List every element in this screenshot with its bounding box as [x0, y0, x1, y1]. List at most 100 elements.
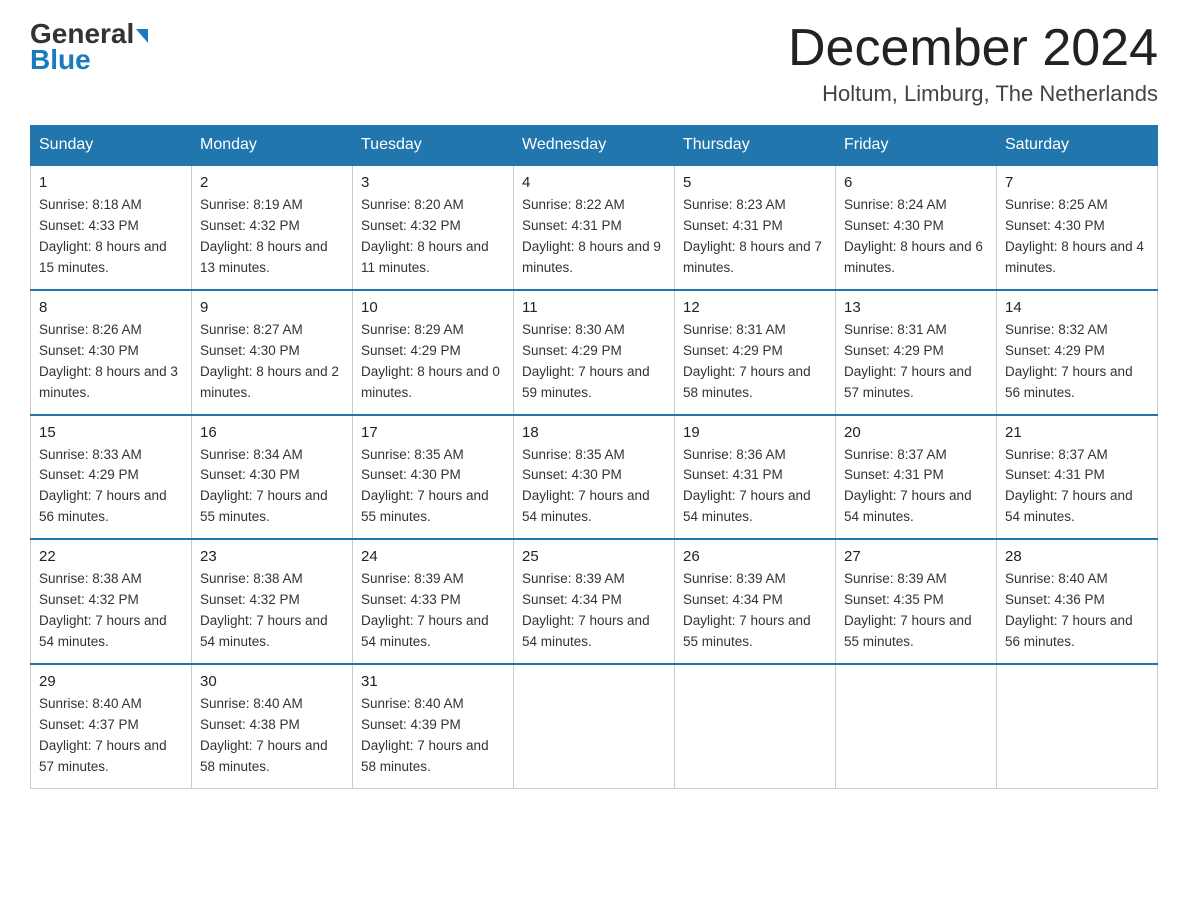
table-row: [997, 664, 1158, 788]
calendar-week-row: 8 Sunrise: 8:26 AMSunset: 4:30 PMDaylight…: [31, 290, 1158, 415]
col-tuesday: Tuesday: [353, 126, 514, 166]
table-row: 17 Sunrise: 8:35 AMSunset: 4:30 PMDayligh…: [353, 415, 514, 540]
table-row: [514, 664, 675, 788]
day-info: Sunrise: 8:40 AMSunset: 4:38 PMDaylight:…: [200, 694, 344, 778]
day-info: Sunrise: 8:35 AMSunset: 4:30 PMDaylight:…: [522, 445, 666, 529]
col-thursday: Thursday: [675, 126, 836, 166]
day-info: Sunrise: 8:19 AMSunset: 4:32 PMDaylight:…: [200, 195, 344, 279]
logo-blue-text: Blue: [30, 46, 91, 74]
day-info: Sunrise: 8:40 AMSunset: 4:37 PMDaylight:…: [39, 694, 183, 778]
table-row: 19Sunrise: 8:36 AMSunset: 4:31 PMDayligh…: [675, 415, 836, 540]
day-number: 7: [1005, 174, 1149, 191]
col-saturday: Saturday: [997, 126, 1158, 166]
day-number: 13: [844, 299, 988, 316]
table-row: 15Sunrise: 8:33 AMSunset: 4:29 PMDayligh…: [31, 415, 192, 540]
calendar-week-row: 22 Sunrise: 8:38 AMSunset: 4:32 PMDayligh…: [31, 539, 1158, 664]
day-info: Sunrise: 8:38 AMSunset: 4:32 PMDaylight:…: [39, 569, 183, 653]
table-row: 29 Sunrise: 8:40 AMSunset: 4:37 PMDayligh…: [31, 664, 192, 788]
day-number: 15: [39, 424, 183, 441]
day-number: 3: [361, 174, 505, 191]
day-number: 22: [39, 548, 183, 565]
day-info: Sunrise: 8:29 AMSunset: 4:29 PMDaylight:…: [361, 320, 505, 404]
day-info: Sunrise: 8:25 AMSunset: 4:30 PMDaylight:…: [1005, 195, 1149, 279]
day-number: 12: [683, 299, 827, 316]
day-number: 23: [200, 548, 344, 565]
logo: General Blue: [30, 20, 148, 74]
day-info: Sunrise: 8:30 AMSunset: 4:29 PMDaylight:…: [522, 320, 666, 404]
table-row: 1 Sunrise: 8:18 AMSunset: 4:33 PMDaylight…: [31, 165, 192, 290]
day-number: 4: [522, 174, 666, 191]
day-number: 10: [361, 299, 505, 316]
day-number: 27: [844, 548, 988, 565]
day-number: 11: [522, 299, 666, 316]
day-info: Sunrise: 8:35 AMSunset: 4:30 PMDaylight:…: [361, 445, 505, 529]
table-row: [836, 664, 997, 788]
table-row: 9Sunrise: 8:27 AMSunset: 4:30 PMDaylight…: [192, 290, 353, 415]
day-info: Sunrise: 8:23 AMSunset: 4:31 PMDaylight:…: [683, 195, 827, 279]
title-block: December 2024 Holtum, Limburg, The Nethe…: [788, 20, 1158, 107]
day-number: 20: [844, 424, 988, 441]
logo-arrow-icon: [136, 29, 148, 43]
col-wednesday: Wednesday: [514, 126, 675, 166]
day-info: Sunrise: 8:36 AMSunset: 4:31 PMDaylight:…: [683, 445, 827, 529]
day-number: 1: [39, 174, 183, 191]
table-row: 23 Sunrise: 8:38 AMSunset: 4:32 PMDayligh…: [192, 539, 353, 664]
day-info: Sunrise: 8:20 AMSunset: 4:32 PMDaylight:…: [361, 195, 505, 279]
day-number: 17: [361, 424, 505, 441]
table-row: 14Sunrise: 8:32 AMSunset: 4:29 PMDayligh…: [997, 290, 1158, 415]
table-row: 25 Sunrise: 8:39 AMSunset: 4:34 PMDayligh…: [514, 539, 675, 664]
day-info: Sunrise: 8:31 AMSunset: 4:29 PMDaylight:…: [683, 320, 827, 404]
day-number: 14: [1005, 299, 1149, 316]
day-info: Sunrise: 8:39 AMSunset: 4:35 PMDaylight:…: [844, 569, 988, 653]
day-info: Sunrise: 8:22 AMSunset: 4:31 PMDaylight:…: [522, 195, 666, 279]
calendar-header-row: Sunday Monday Tuesday Wednesday Thursday…: [31, 126, 1158, 166]
table-row: 21 Sunrise: 8:37 AMSunset: 4:31 PMDayligh…: [997, 415, 1158, 540]
day-info: Sunrise: 8:39 AMSunset: 4:33 PMDaylight:…: [361, 569, 505, 653]
calendar-table: Sunday Monday Tuesday Wednesday Thursday…: [30, 125, 1158, 788]
day-info: Sunrise: 8:37 AMSunset: 4:31 PMDaylight:…: [1005, 445, 1149, 529]
day-info: Sunrise: 8:40 AMSunset: 4:39 PMDaylight:…: [361, 694, 505, 778]
day-info: Sunrise: 8:40 AMSunset: 4:36 PMDaylight:…: [1005, 569, 1149, 653]
table-row: 16Sunrise: 8:34 AMSunset: 4:30 PMDayligh…: [192, 415, 353, 540]
day-number: 21: [1005, 424, 1149, 441]
day-number: 25: [522, 548, 666, 565]
table-row: 4 Sunrise: 8:22 AMSunset: 4:31 PMDaylight…: [514, 165, 675, 290]
table-row: 27 Sunrise: 8:39 AMSunset: 4:35 PMDayligh…: [836, 539, 997, 664]
day-number: 30: [200, 673, 344, 690]
day-info: Sunrise: 8:24 AMSunset: 4:30 PMDaylight:…: [844, 195, 988, 279]
month-title: December 2024: [788, 20, 1158, 77]
table-row: 11 Sunrise: 8:30 AMSunset: 4:29 PMDayligh…: [514, 290, 675, 415]
table-row: 18Sunrise: 8:35 AMSunset: 4:30 PMDayligh…: [514, 415, 675, 540]
day-info: Sunrise: 8:38 AMSunset: 4:32 PMDaylight:…: [200, 569, 344, 653]
table-row: 31 Sunrise: 8:40 AMSunset: 4:39 PMDayligh…: [353, 664, 514, 788]
day-number: 6: [844, 174, 988, 191]
day-info: Sunrise: 8:18 AMSunset: 4:33 PMDaylight:…: [39, 195, 183, 279]
day-number: 26: [683, 548, 827, 565]
day-number: 24: [361, 548, 505, 565]
day-number: 8: [39, 299, 183, 316]
calendar-week-row: 29 Sunrise: 8:40 AMSunset: 4:37 PMDayligh…: [31, 664, 1158, 788]
table-row: 8 Sunrise: 8:26 AMSunset: 4:30 PMDaylight…: [31, 290, 192, 415]
calendar-week-row: 1 Sunrise: 8:18 AMSunset: 4:33 PMDaylight…: [31, 165, 1158, 290]
day-number: 31: [361, 673, 505, 690]
day-info: Sunrise: 8:31 AMSunset: 4:29 PMDaylight:…: [844, 320, 988, 404]
day-number: 28: [1005, 548, 1149, 565]
day-number: 5: [683, 174, 827, 191]
day-info: Sunrise: 8:26 AMSunset: 4:30 PMDaylight:…: [39, 320, 183, 404]
table-row: 5 Sunrise: 8:23 AMSunset: 4:31 PMDaylight…: [675, 165, 836, 290]
table-row: 30 Sunrise: 8:40 AMSunset: 4:38 PMDayligh…: [192, 664, 353, 788]
table-row: 7 Sunrise: 8:25 AMSunset: 4:30 PMDaylight…: [997, 165, 1158, 290]
table-row: 3 Sunrise: 8:20 AMSunset: 4:32 PMDaylight…: [353, 165, 514, 290]
table-row: 20Sunrise: 8:37 AMSunset: 4:31 PMDayligh…: [836, 415, 997, 540]
col-sunday: Sunday: [31, 126, 192, 166]
day-info: Sunrise: 8:34 AMSunset: 4:30 PMDaylight:…: [200, 445, 344, 529]
day-number: 9: [200, 299, 344, 316]
table-row: 13 Sunrise: 8:31 AMSunset: 4:29 PMDayligh…: [836, 290, 997, 415]
table-row: [675, 664, 836, 788]
table-row: 6 Sunrise: 8:24 AMSunset: 4:30 PMDaylight…: [836, 165, 997, 290]
day-info: Sunrise: 8:39 AMSunset: 4:34 PMDaylight:…: [522, 569, 666, 653]
table-row: 2Sunrise: 8:19 AMSunset: 4:32 PMDaylight…: [192, 165, 353, 290]
table-row: 28 Sunrise: 8:40 AMSunset: 4:36 PMDayligh…: [997, 539, 1158, 664]
day-number: 29: [39, 673, 183, 690]
day-info: Sunrise: 8:39 AMSunset: 4:34 PMDaylight:…: [683, 569, 827, 653]
